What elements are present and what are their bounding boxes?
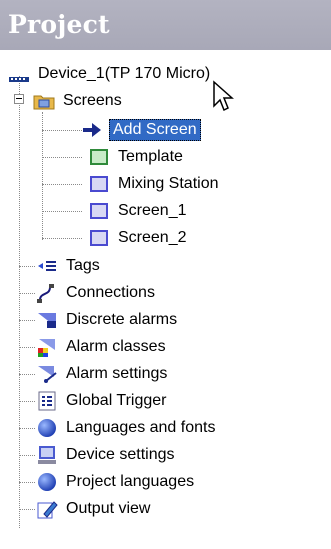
tree-node-screens[interactable]: Screens [33,89,124,113]
tree-node-languages-and-fonts[interactable]: Languages and fonts [36,416,217,440]
tree-node-device-settings[interactable]: Device settings [36,443,177,467]
tree-node-label: Screen_1 [118,202,187,219]
tree-node-label: Screen_2 [118,229,187,246]
tree-node-label: Discrete alarms [66,311,178,328]
tree-line [19,76,20,528]
tree-node-screen-1[interactable]: Screen_1 [88,199,189,223]
device-icon [8,63,30,85]
tree-node-alarm-classes[interactable]: Alarm classes [36,335,168,359]
screen-icon [88,173,110,195]
discrete-alarms-icon [36,309,58,331]
tree-line [19,455,35,456]
tree-line [42,130,82,131]
template-screen-icon [88,146,110,168]
tree-node-screen-2[interactable]: Screen_2 [88,226,189,250]
tree-node-tags[interactable]: Tags [36,254,102,278]
connections-icon [36,282,58,304]
tree-line [42,157,82,158]
tree-line [19,401,35,402]
tree-node-template[interactable]: Template [88,145,185,169]
global-trigger-icon [36,390,58,412]
tree-node-label: Output view [66,500,151,517]
tree-node-label: Alarm settings [66,365,168,382]
tree-node-label: Project languages [66,473,195,490]
tree-node-label: Screens [63,92,122,109]
tree-node-output-view[interactable]: Output view [36,497,152,521]
tags-icon [36,255,58,277]
panel-title: Project [8,10,110,39]
panel-header: Project [0,0,331,50]
tree-line [19,293,35,294]
add-arrow-icon [81,119,103,141]
globe-icon [36,471,58,493]
tree-node-label: Template [118,148,183,165]
screen-icon [88,200,110,222]
tree-node-label: Add Screen [109,119,201,141]
tree-line [19,509,35,510]
collapse-toggle[interactable] [14,94,24,104]
tree-node-alarm-settings[interactable]: Alarm settings [36,362,169,386]
alarm-settings-icon [36,363,58,385]
globe-icon [36,417,58,439]
tree-line [19,347,35,348]
tree-node-label: Mixing Station [118,175,219,192]
tree-line [42,184,82,185]
tree-node-mixing-station[interactable]: Mixing Station [88,172,221,196]
tree-node-label: Languages and fonts [66,419,216,436]
tree-line [19,320,35,321]
screen-icon [88,227,110,249]
project-tree[interactable]: Device_1(TP 170 Micro) Screens Add Scree… [0,60,331,549]
tree-line [42,211,82,212]
tree-node-project-languages[interactable]: Project languages [36,470,196,494]
tree-node-label: Alarm classes [66,338,166,355]
tree-node-label: Device_1(TP 170 Micro) [38,65,211,82]
tree-line [42,238,82,239]
output-view-icon [36,498,58,520]
alarm-classes-icon [36,336,58,358]
tree-line [19,374,35,375]
tree-node-label: Device settings [66,446,175,463]
tree-node-connections[interactable]: Connections [36,281,157,305]
mouse-cursor-icon [212,80,238,116]
tree-node-label: Global Trigger [66,392,167,409]
tree-node-label: Tags [66,257,100,274]
tree-node-discrete-alarms[interactable]: Discrete alarms [36,308,179,332]
tree-line [19,482,35,483]
device-settings-icon [36,444,58,466]
tree-line [19,428,35,429]
project-window: Project Device_1(TP 170 Micro) Screens A… [0,0,331,549]
tree-node-add-screen[interactable]: Add Screen [81,118,201,142]
tree-line [19,266,35,267]
tree-node-device[interactable]: Device_1(TP 170 Micro) [8,62,212,86]
tree-line [42,112,43,240]
tree-node-global-trigger[interactable]: Global Trigger [36,389,169,413]
tree-node-label: Connections [66,284,155,301]
folder-icon [33,90,55,112]
